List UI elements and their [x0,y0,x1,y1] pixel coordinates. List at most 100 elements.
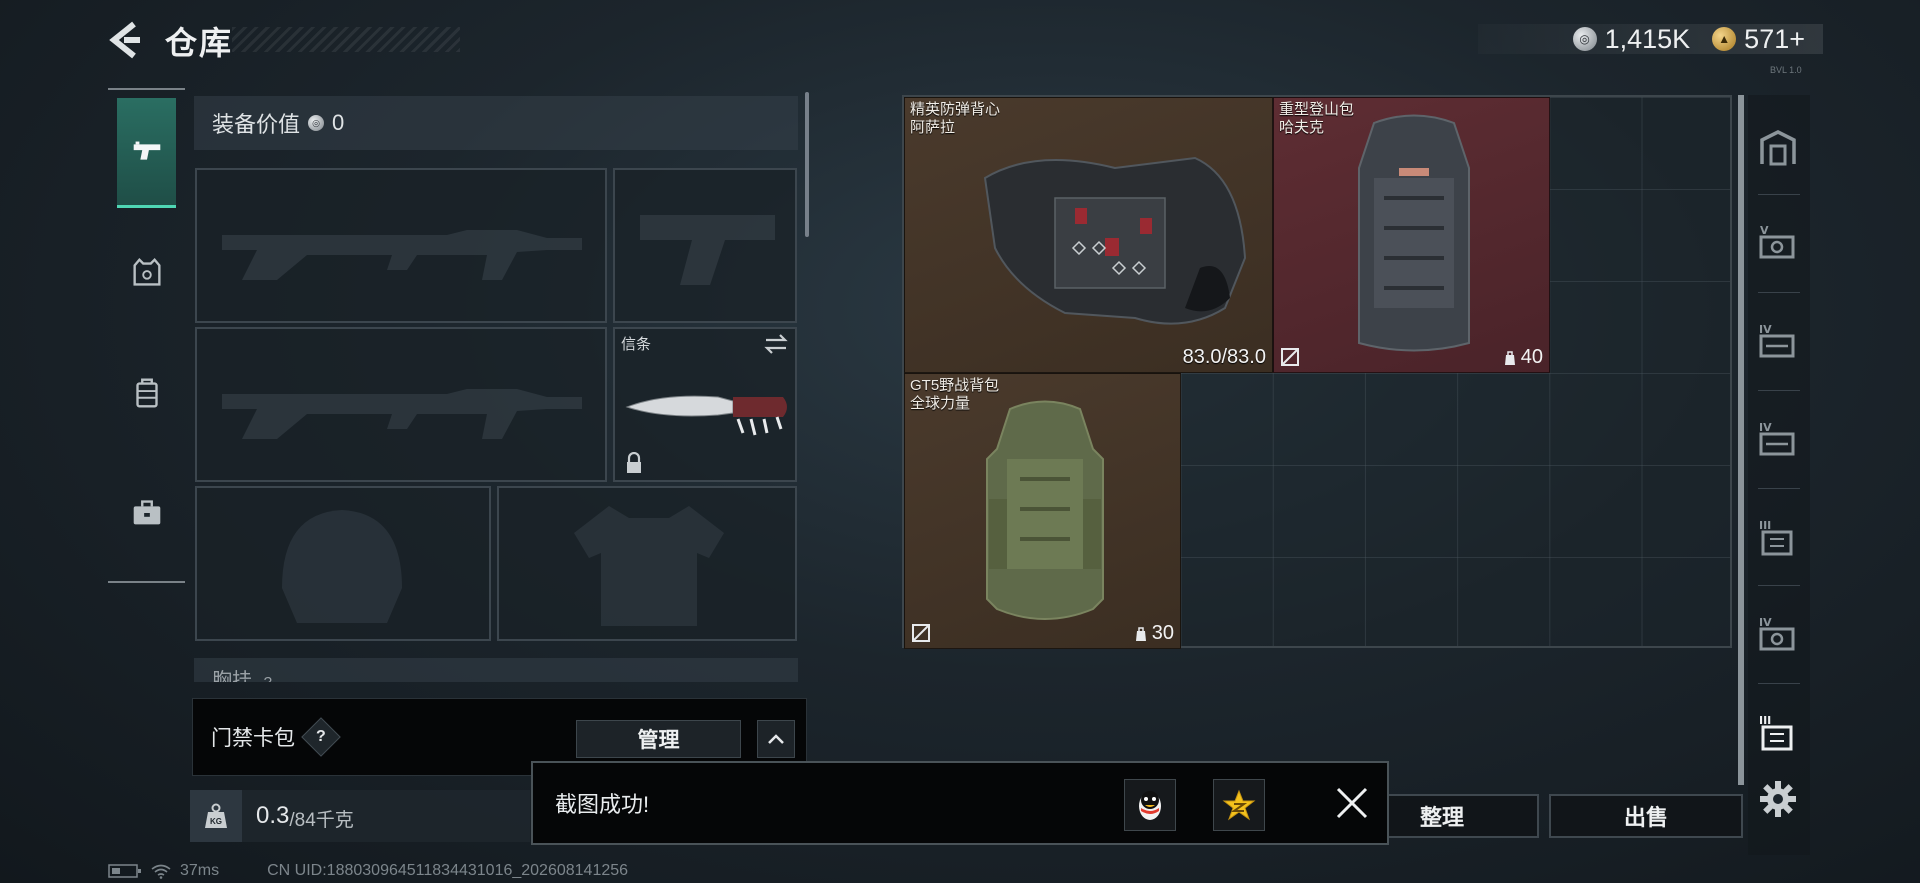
knife-icon [625,395,787,436]
level-iii-case-active-icon: III [1759,714,1793,751]
category-tab-rail [108,88,185,583]
briefcase-icon [133,500,160,525]
divider [1758,194,1800,195]
pistol-slot[interactable] [613,168,797,323]
svg-text:III: III [1759,714,1771,727]
tab-backpacks[interactable] [117,338,176,448]
no-insurance-icon [1281,348,1299,366]
divider [1758,585,1800,586]
status-line: 37ms CN UID:18803096451183443101​6_20260… [108,862,628,880]
equipment-value-bar: 装备价值 ◎ 0 [194,96,798,150]
no-insurance-icon [912,624,930,642]
stash-scrollbar[interactable] [1738,95,1744,785]
level-v-case-icon: V [1759,224,1795,259]
item-capacity: 30 [1134,622,1174,645]
weight-current: 0.3 [256,802,290,829]
chest-rig-label: 胸挂 [212,670,252,682]
chest-rig-help-badge: ? [264,674,272,682]
level-iii-case-icon: III [1759,519,1793,556]
divider [1758,488,1800,489]
item-name: 重型登山包 哈夫克 [1279,101,1355,136]
chevron-up-icon [768,734,784,744]
settings-button[interactable] [1755,774,1801,824]
primary-weapon-slot-1[interactable] [195,168,607,323]
sell-button[interactable]: 出售 [1549,794,1743,838]
svg-text:V: V [1760,224,1769,237]
access-card-label: 门禁卡包 [211,727,295,750]
container-tab-level-iv-b[interactable]: IV [1755,414,1801,464]
close-icon[interactable] [1330,781,1374,825]
stash-item-gt5-pack[interactable]: GT5野战背包 全球力量 30 [904,373,1181,649]
battery-icon [108,864,141,878]
stash-grid: 精英防弹背心 阿萨拉 83.0/83.0 重型登山包 哈夫克 40 GT5野战背… [902,95,1732,649]
equipment-value: 0 [332,110,345,135]
item-name: 精英防弹背心 阿萨拉 [910,101,1001,136]
stash-item-heavy-pack[interactable]: 重型登山包 哈夫克 40 [1273,97,1550,373]
tab-armor[interactable] [117,218,176,328]
star-icon [1222,789,1256,821]
weight-bar: KG 0.3 /84千克 [190,790,530,842]
capacity-icon [1135,626,1146,641]
safe-box-tab[interactable] [1755,123,1801,173]
currency-bar: ◎ 1,415K ▲ 571+ [1478,24,1823,54]
svg-text:IV: IV [1759,421,1772,434]
melee-slot-label: 信条 [621,336,652,353]
ping-value: 37ms [180,862,220,879]
title-decoration [232,27,460,52]
pistol-icon [133,141,160,160]
silver-coin-icon: ◎ [308,115,325,131]
melee-slot[interactable]: 信条 [613,327,797,482]
tab-weapons[interactable] [117,98,176,208]
safe-box-icon [1760,130,1796,166]
armor-slot[interactable] [497,486,797,641]
equipment-panel: 装备价值 ◎ 0 信条 胸挂 [190,92,805,682]
toast-message: 截图成功! [555,792,650,817]
help-icon[interactable]: ? [301,717,341,757]
vest-icon [132,257,161,286]
item-durability: 83.0/83.0 [1182,346,1266,368]
pistol-silhouette-icon [640,215,775,285]
heavy-backpack-image [1358,114,1470,352]
level-iv-case-icon: IV [1759,323,1795,358]
level-iv-case-icon: IV [1759,616,1795,651]
capacity-icon [1504,350,1515,365]
stash-item-elite-vest[interactable]: 精英防弹背心 阿萨拉 83.0/83.0 [904,97,1273,373]
equipment-panel-scrollbar[interactable] [805,92,809,237]
field-backpack-image [986,400,1104,620]
back-arrow-icon[interactable] [108,20,144,60]
user-uid: CN UID:18803096451183443101​6_2026081412… [267,862,629,879]
container-tab-level-iv-a[interactable]: IV [1755,316,1801,366]
rifle-silhouette-icon [222,389,582,439]
level-iv-case-icon: IV [1759,421,1795,456]
screenshot-toast: 截图成功! [531,761,1389,845]
penguin-icon [1139,791,1161,820]
collapse-button[interactable] [757,720,795,758]
tab-supplies[interactable] [117,458,176,568]
container-tab-level-iii-b[interactable]: III [1755,707,1801,757]
manage-button[interactable]: 管理 [576,720,741,758]
primary-weapon-slot-2[interactable] [195,327,607,482]
container-tab-level-iii-a[interactable]: III [1755,512,1801,562]
gold-coin-icon: ▲ [1712,27,1737,51]
gear-icon [1760,781,1796,817]
divider [1758,292,1800,293]
helmet-silhouette-icon [282,510,402,623]
wifi-icon [151,864,171,879]
lock-icon [627,452,641,473]
silver-currency-value: 1,415K [1604,23,1691,54]
divider [1758,390,1800,391]
divider [1758,683,1800,684]
helmet-slot[interactable] [195,486,491,641]
share-qzone-button[interactable] [1213,779,1265,831]
silver-coin-icon: ◎ [1572,27,1597,51]
swap-icon[interactable] [763,333,789,355]
svg-text:IV: IV [1759,616,1772,629]
gold-currency-value: 571+ [1744,23,1805,54]
rifle-silhouette-icon [222,230,582,280]
version-tag: BVL 1.0 [1770,65,1802,75]
container-tab-level-iv-c[interactable]: IV [1755,609,1801,659]
share-qq-button[interactable] [1124,779,1176,831]
container-tab-level-v[interactable]: V [1755,217,1801,267]
svg-text:III: III [1759,519,1771,532]
chest-rig-section-header: 胸挂 ? [194,658,798,682]
